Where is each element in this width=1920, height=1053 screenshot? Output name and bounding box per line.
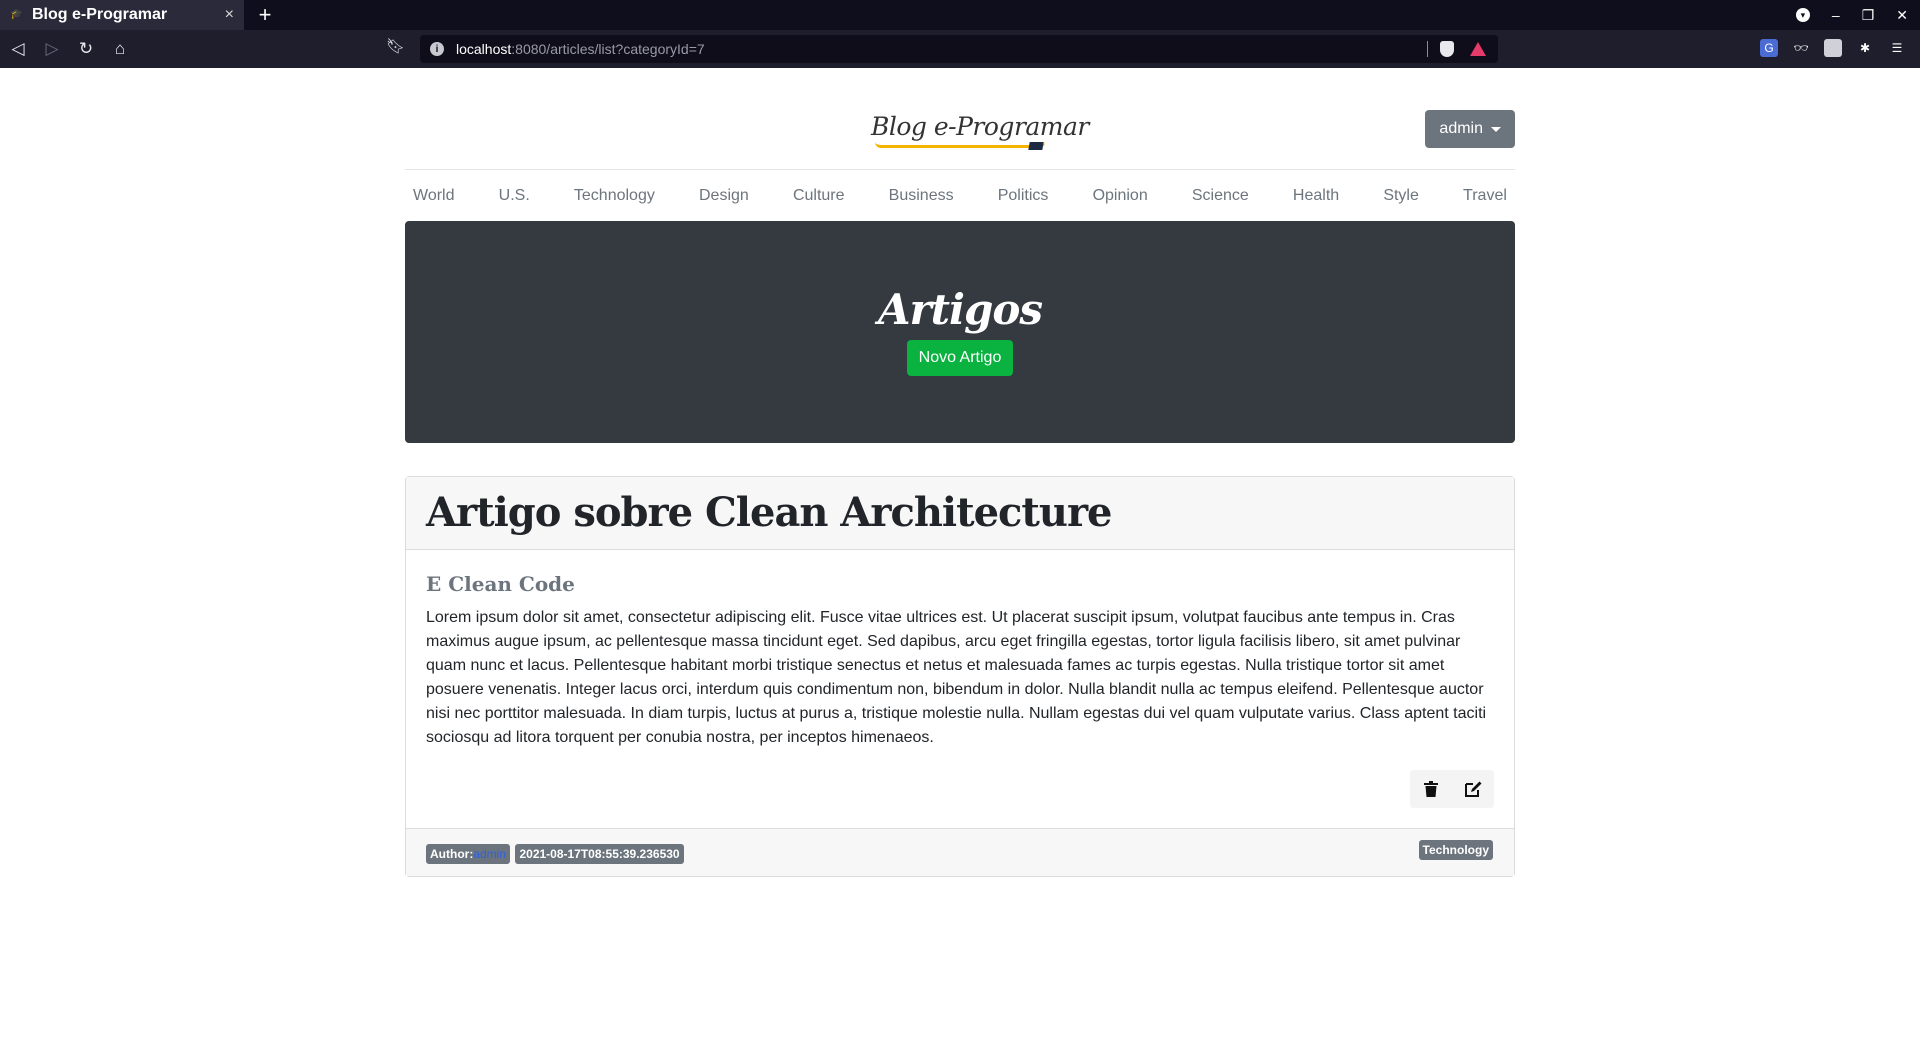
bookmark-icon[interactable]: 🔖︎ <box>386 37 405 55</box>
browser-tab[interactable]: 🎓 Blog e-Programar × <box>0 0 244 30</box>
new-tab-button[interactable]: + <box>250 0 280 30</box>
page-content: Blog e-Programar admin World U.S. Techno… <box>0 68 1920 877</box>
nav-item-culture[interactable]: Culture <box>793 187 845 205</box>
minimize-button[interactable]: – <box>1832 7 1840 23</box>
nav-item-business[interactable]: Business <box>889 187 954 205</box>
nav-item-politics[interactable]: Politics <box>998 187 1049 205</box>
graduation-cap-icon <box>1028 142 1044 150</box>
site-favicon-icon: 🎓 <box>10 9 23 20</box>
url-text[interactable]: localhost:8080/articles/list?categoryId=… <box>456 41 705 57</box>
user-menu-button[interactable]: admin <box>1425 110 1515 148</box>
nav-item-world[interactable]: World <box>413 187 455 205</box>
article-card-footer: Author:admin 2021-08-17T08:55:39.236530 … <box>406 828 1514 876</box>
hero-banner: Artigos Novo Artigo <box>405 221 1515 443</box>
translate-extension-icon[interactable]: G <box>1760 39 1778 57</box>
reload-button[interactable]: ↻ <box>70 33 102 65</box>
address-bar[interactable]: i localhost:8080/articles/list?categoryI… <box>420 35 1498 63</box>
author-link[interactable]: admin <box>473 847 506 861</box>
window-controls: ▾ – ❐ ✕ <box>1795 0 1908 30</box>
article-card: Artigo sobre Clean Architecture E Clean … <box>405 476 1515 877</box>
url-divider <box>1427 41 1428 57</box>
edit-article-button[interactable] <box>1452 770 1494 808</box>
trash-icon <box>1424 781 1438 797</box>
delete-article-button[interactable] <box>1410 770 1452 808</box>
nav-item-travel[interactable]: Travel <box>1463 187 1507 205</box>
nav-item-design[interactable]: Design <box>699 187 749 205</box>
nav-item-opinion[interactable]: Opinion <box>1093 187 1148 205</box>
forward-button[interactable]: ▷ <box>36 33 68 65</box>
timestamp-badge: 2021-08-17T08:55:39.236530 <box>515 844 684 864</box>
site-info-icon[interactable]: i <box>430 42 444 56</box>
forward-arrow-icon: ▷ <box>45 39 59 58</box>
extensions-area: G 👓︎ ✱ ☰ <box>1760 39 1906 57</box>
maximize-button[interactable]: ❐ <box>1862 7 1875 24</box>
brave-rewards-icon[interactable] <box>1470 42 1486 56</box>
article-title: Artigo sobre Clean Architecture <box>426 489 1112 536</box>
home-icon: ⌂ <box>114 39 126 58</box>
nav-item-style[interactable]: Style <box>1383 187 1419 205</box>
home-button[interactable]: ⌂ <box>104 33 136 65</box>
article-card-header: Artigo sobre Clean Architecture <box>406 477 1514 550</box>
category-nav: World U.S. Technology Design Culture Bus… <box>405 170 1515 221</box>
square-extension-icon[interactable] <box>1824 39 1842 57</box>
close-window-button[interactable]: ✕ <box>1896 7 1908 24</box>
back-button[interactable]: ◁ <box>2 33 34 65</box>
back-arrow-icon: ◁ <box>11 39 25 58</box>
brave-shields-icon[interactable] <box>1440 41 1454 57</box>
hamburger-menu-icon[interactable]: ☰ <box>1888 39 1906 57</box>
tab-close-button[interactable]: × <box>225 6 234 24</box>
reload-icon: ↻ <box>78 39 94 58</box>
article-actions <box>1410 770 1494 808</box>
browser-toolbar: ◁ ▷ ↻ ⌂ 🔖︎ i localhost:8080/articles/lis… <box>0 30 1920 68</box>
nav-item-us[interactable]: U.S. <box>499 187 530 205</box>
nav-item-science[interactable]: Science <box>1192 187 1249 205</box>
logo-swoosh <box>875 142 1045 148</box>
hero-title: Artigos <box>877 285 1043 334</box>
browser-tabbar: 🎓 Blog e-Programar × + ▾ – ❐ ✕ <box>0 0 1920 30</box>
nav-item-health[interactable]: Health <box>1293 187 1339 205</box>
article-card-body: E Clean Code Lorem ipsum dolor sit amet,… <box>406 550 1514 828</box>
author-badge: Author:admin <box>426 844 511 864</box>
caret-down-icon <box>1491 126 1501 132</box>
new-article-button[interactable]: Novo Artigo <box>906 340 1014 376</box>
site-logo[interactable]: Blog e-Programar <box>871 112 1089 150</box>
nav-item-technology[interactable]: Technology <box>574 187 655 205</box>
category-badge: Technology <box>1418 840 1493 860</box>
edit-icon <box>1465 781 1482 797</box>
profile-menu-icon[interactable]: ▾ <box>1795 8 1810 22</box>
article-body: Lorem ipsum dolor sit amet, consectetur … <box>426 609 1487 746</box>
puzzle-extensions-icon[interactable]: ✱ <box>1856 39 1874 57</box>
article-subtitle: E Clean Code <box>426 572 575 596</box>
site-header: Blog e-Programar admin <box>405 68 1515 170</box>
glasses-extension-icon[interactable]: 👓︎ <box>1792 39 1810 57</box>
tab-title: Blog e-Programar <box>32 6 168 23</box>
